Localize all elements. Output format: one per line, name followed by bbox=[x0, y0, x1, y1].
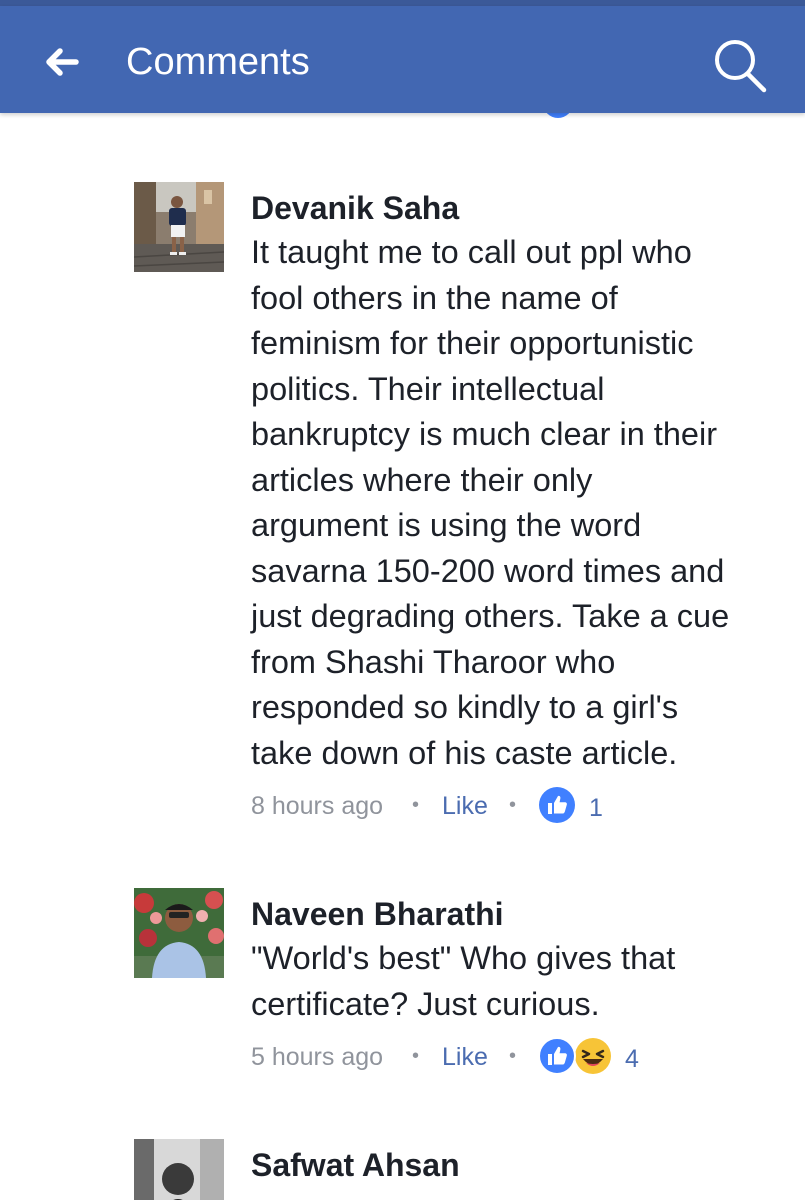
comment-author[interactable]: Safwat Ahsan bbox=[251, 1146, 460, 1184]
comments-screen: Comments Devanik Saha It taught me to ca… bbox=[0, 0, 805, 1200]
comment-timestamp: 8 hours ago bbox=[251, 792, 384, 820]
comment-text-line: politics. Their intellectual bbox=[251, 370, 605, 407]
reaction-count[interactable]: 4 bbox=[625, 1045, 639, 1074]
comment-text-line: take down of his caste article. bbox=[251, 734, 678, 771]
comment-text-line: argument is using the word bbox=[251, 507, 642, 543]
search-icon[interactable] bbox=[708, 32, 772, 96]
comment-text-line: fool others in the name of bbox=[251, 279, 618, 316]
comment-timestamp: 5 hours ago bbox=[251, 1043, 384, 1071]
comment-text-line: feminism for their opportunistic bbox=[251, 325, 694, 361]
avatar[interactable] bbox=[134, 888, 224, 978]
comment-text-line: bankruptcy is much clear in their bbox=[251, 416, 718, 452]
avatar[interactable] bbox=[134, 1139, 224, 1200]
separator-dot: • bbox=[509, 794, 517, 816]
separator-dot: • bbox=[509, 1045, 517, 1067]
comment-text-line: certificate? Just curious. bbox=[251, 985, 600, 1022]
separator-dot: • bbox=[412, 1045, 420, 1067]
avatar[interactable] bbox=[134, 182, 224, 272]
comment-text: It taught me to call out ppl who fool ot… bbox=[251, 230, 791, 776]
like-reaction-icon[interactable] bbox=[538, 786, 576, 824]
comment-text-line: just degrading others. Take a cue bbox=[251, 598, 730, 634]
comment-text-line: "World's best" Who gives that bbox=[251, 940, 676, 976]
comment-meta: 8 hours ago • Like • 1 bbox=[251, 786, 771, 830]
comment-author[interactable]: Naveen Bharathi bbox=[251, 895, 504, 933]
separator-dot: • bbox=[412, 794, 420, 816]
like-button[interactable]: Like bbox=[442, 1043, 488, 1072]
comment-author[interactable]: Devanik Saha bbox=[251, 189, 459, 227]
back-arrow-icon[interactable] bbox=[36, 36, 88, 88]
comment-text-line: savarna 150-200 word times and bbox=[251, 552, 725, 589]
comment-text-line: articles where their only bbox=[251, 461, 593, 498]
comment-text: "World's best" Who gives that certificat… bbox=[251, 936, 791, 1027]
page-title: Comments bbox=[126, 41, 310, 83]
reaction-count[interactable]: 1 bbox=[589, 794, 603, 823]
comment-text-line: responded so kindly to a girl's bbox=[251, 689, 679, 725]
like-button[interactable]: Like bbox=[442, 792, 488, 821]
app-bar: Comments bbox=[0, 6, 805, 113]
comment-meta: 5 hours ago • Like • 4 bbox=[251, 1037, 771, 1081]
like-reaction-icon[interactable] bbox=[538, 1037, 576, 1075]
comment-text-line: It taught me to call out ppl who bbox=[251, 234, 692, 270]
haha-reaction-icon[interactable] bbox=[574, 1037, 612, 1075]
comment-text-line: from Shashi Tharoor who bbox=[251, 643, 616, 680]
